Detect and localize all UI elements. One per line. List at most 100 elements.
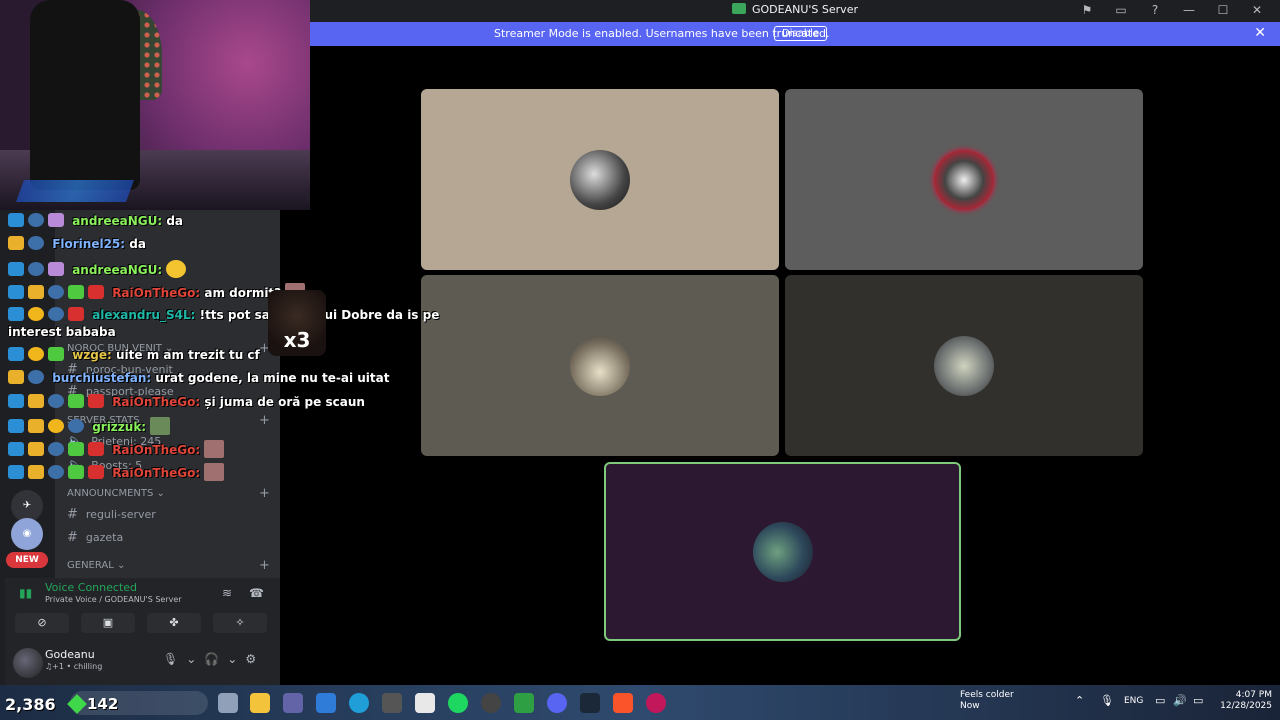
gear-icon[interactable]: ⚙ xyxy=(245,652,256,666)
minimize-button[interactable]: — xyxy=(1172,3,1206,17)
obs-icon[interactable] xyxy=(481,693,501,713)
chat-line: RaiOnTheGo: xyxy=(8,440,225,459)
discord-icon[interactable] xyxy=(547,693,567,713)
streamer xyxy=(30,0,140,190)
chat-badges xyxy=(8,394,108,411)
disconnect-icon[interactable]: ☎ xyxy=(249,586,264,600)
emote-overlay: x3 xyxy=(268,290,326,356)
teams-icon[interactable] xyxy=(283,693,303,713)
chat-line: andreeaNGU: da xyxy=(8,213,183,230)
server-icon xyxy=(732,3,746,14)
signal-icon[interactable]: ▮▮ xyxy=(19,586,32,600)
hash-icon: # xyxy=(67,530,78,545)
keyboard xyxy=(15,180,135,202)
title-bar: GODEANU'S Server ⚑ ▭ ? — ☐ ✕ xyxy=(310,0,1280,22)
steam-icon[interactable] xyxy=(580,693,600,713)
chat-badges xyxy=(8,347,68,364)
microphone-icon[interactable]: 🎙 xyxy=(163,652,178,666)
disable-button[interactable]: Disable xyxy=(774,26,828,41)
chat-badges xyxy=(8,285,108,302)
streamer-mode-banner: Streamer Mode is enabled. Usernames have… xyxy=(310,22,1280,46)
avatar[interactable] xyxy=(13,648,43,678)
screen-share-button[interactable]: ▣ xyxy=(81,613,135,633)
chat-badges xyxy=(8,236,48,253)
network-icon[interactable]: ▭ xyxy=(1155,694,1165,707)
avatar xyxy=(934,335,994,396)
hash-icon: # xyxy=(67,507,78,522)
help-icon[interactable]: ? xyxy=(1138,3,1172,17)
category-announcments[interactable]: ANNOUNCMENTS ⌄ + xyxy=(67,486,270,501)
avatar xyxy=(570,335,630,396)
voice-tile-1[interactable] xyxy=(421,89,779,270)
chevron-down-icon[interactable]: ⌄ xyxy=(227,652,237,666)
voice-connected-panel: ▮▮ Voice Connected Private Voice / GODEA… xyxy=(5,578,280,640)
chat-badges xyxy=(8,442,108,459)
inbox-icon[interactable]: ▭ xyxy=(1104,3,1138,17)
app-icon[interactable] xyxy=(316,693,336,713)
chevron-up-icon[interactable]: ⌃ xyxy=(1075,694,1084,707)
spotify-icon[interactable] xyxy=(448,693,468,713)
voice-tile-3[interactable] xyxy=(421,275,779,456)
edge-icon[interactable] xyxy=(349,693,369,713)
activities-button[interactable]: ✤ xyxy=(147,613,201,633)
server-icon-2[interactable]: ◉ xyxy=(11,518,43,550)
app-icon[interactable] xyxy=(382,693,402,713)
maximize-button[interactable]: ☐ xyxy=(1206,3,1240,17)
voice-tile-speaking[interactable] xyxy=(604,462,961,641)
volume-icon[interactable]: 🔊 xyxy=(1173,694,1187,707)
channel-reguli-server[interactable]: # reguli-server xyxy=(67,507,156,522)
voice-tile-2[interactable] xyxy=(785,89,1143,270)
chat-line: burchiustefan: urat godene, la mine nu t… xyxy=(8,370,389,387)
chat-line: RaiOnTheGo: xyxy=(8,463,225,482)
camera-button[interactable]: ⊘ xyxy=(15,613,69,633)
avatar xyxy=(570,149,630,210)
soundboard-button[interactable]: ✧ xyxy=(213,613,267,633)
user-controls: 🎙 ⌄ 🎧 ⌄ ⚙ xyxy=(163,652,256,666)
battery-icon[interactable]: ▭ xyxy=(1193,694,1203,707)
store-icon[interactable] xyxy=(415,693,435,713)
opera-icon[interactable] xyxy=(646,693,666,713)
chat-line: wzge: uite m am trezit tu cf xyxy=(8,347,260,364)
chat-line: RaiOnTheGo: și juma de oră pe scaun xyxy=(8,394,365,411)
brave-icon[interactable] xyxy=(613,693,633,713)
chat-line-continued: interest bababa xyxy=(8,325,116,339)
headphones-icon[interactable]: 🎧 xyxy=(204,652,219,666)
category-general[interactable]: GENERAL ⌄ + xyxy=(67,558,270,573)
weather-widget[interactable]: Feels colder Now xyxy=(960,690,1014,712)
chat-line: RaiOnTheGo: am dormit? xyxy=(8,283,306,302)
banner-close-icon[interactable]: ✕ xyxy=(1254,25,1266,41)
user-status: ♫+1 • chilling xyxy=(45,662,103,671)
voice-location[interactable]: Private Voice / GODEANU'S Server xyxy=(45,595,182,604)
channel-gazeta[interactable]: # gazeta xyxy=(67,530,123,545)
chevron-down-icon[interactable]: ⌄ xyxy=(186,652,196,666)
points-counter: 142 xyxy=(67,694,118,714)
voice-tile-4[interactable] xyxy=(785,275,1143,456)
emote xyxy=(166,260,187,278)
xbox-icon[interactable] xyxy=(514,693,534,713)
voice-status[interactable]: Voice Connected xyxy=(45,581,137,594)
emote xyxy=(150,417,171,435)
file-explorer-icon[interactable] xyxy=(250,693,270,713)
chat-badges xyxy=(8,213,68,230)
noise-suppression-icon[interactable]: ≋ xyxy=(222,586,232,600)
screen: GODEANU'S Server ⚑ ▭ ? — ☐ ✕ Streamer Mo… xyxy=(0,0,1280,720)
chat-badges xyxy=(8,370,48,387)
chat-badges xyxy=(8,262,68,279)
chat-line: andreeaNGU: xyxy=(8,260,187,279)
new-badge: NEW xyxy=(6,552,48,568)
title-bar-icons: ⚑ ▭ ? — ☐ ✕ xyxy=(1070,3,1274,17)
clock[interactable]: 4:07 PM 12/28/2025 xyxy=(1218,690,1272,712)
avatar xyxy=(934,149,994,210)
chat-badges xyxy=(8,419,88,436)
webcam-overlay xyxy=(0,0,310,210)
user-name[interactable]: Godeanu xyxy=(45,648,95,661)
language-indicator[interactable]: ENG xyxy=(1124,696,1143,706)
flag-icon[interactable]: ⚑ xyxy=(1070,3,1104,17)
chat-line: alexandru_S4L: !tts pot sa fi asta lui D… xyxy=(8,307,439,324)
chat-badges xyxy=(8,307,88,324)
microphone-icon[interactable]: 🎙 xyxy=(1100,694,1114,707)
task-view-icon[interactable] xyxy=(218,693,238,713)
gem-icon xyxy=(67,694,87,714)
user-panel: Godeanu ♫+1 • chilling 🎙 ⌄ 🎧 ⌄ ⚙ xyxy=(5,640,280,685)
close-button[interactable]: ✕ xyxy=(1240,3,1274,17)
